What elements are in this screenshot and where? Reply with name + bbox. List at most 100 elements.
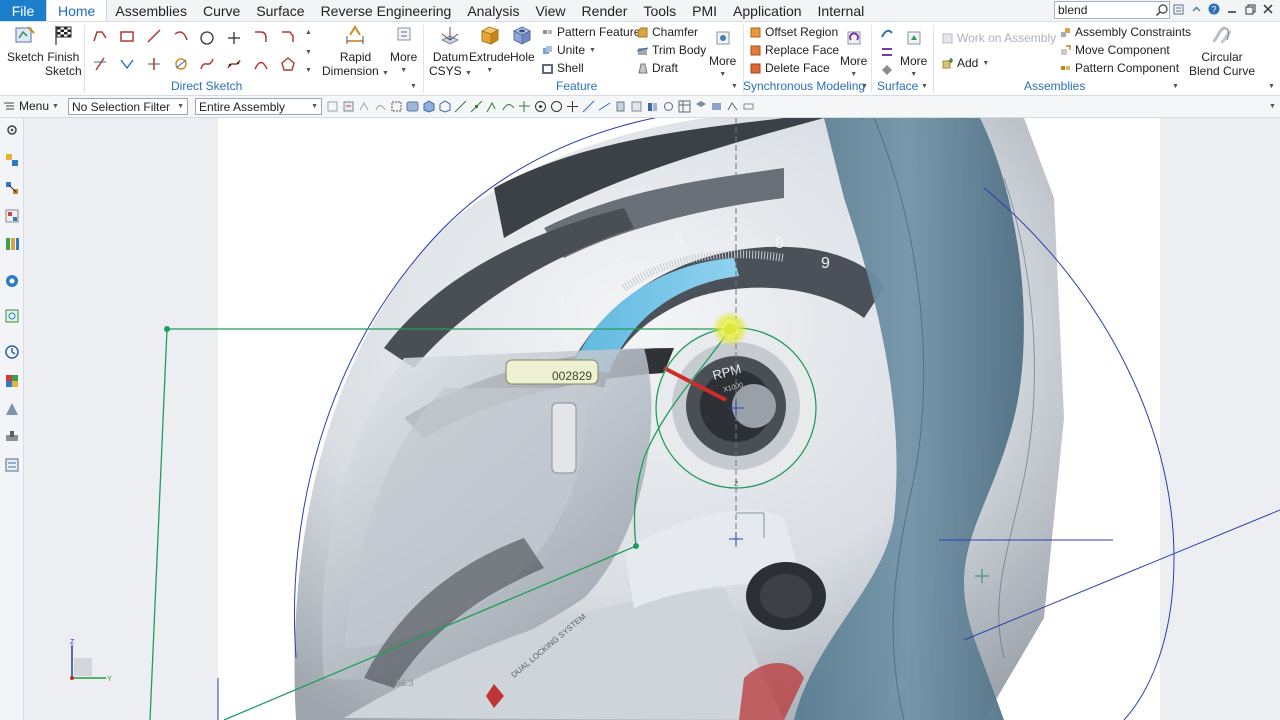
chamfer-sketch-icon[interactable]: [279, 27, 297, 45]
minimize-icon[interactable]: [1226, 2, 1238, 16]
layer-icon[interactable]: [630, 100, 643, 113]
help-icon[interactable]: ?: [1208, 2, 1220, 16]
circle-icon[interactable]: [198, 29, 216, 47]
move-component-button[interactable]: Move Component: [1060, 43, 1170, 57]
tab-application[interactable]: Application: [725, 0, 810, 21]
hd3d-tools-icon[interactable]: [4, 273, 20, 289]
more-tools-icon[interactable]: [742, 100, 755, 113]
web-browser-icon[interactable]: [4, 308, 20, 324]
model-canvas[interactable]: 4 5 6 7 8 9 RPM X1000 002829 DUAL LOCKIN…: [24, 118, 1280, 720]
snap-intersection-icon[interactable]: [518, 100, 531, 113]
command-search-input[interactable]: blend: [1054, 1, 1170, 19]
group-options-icon[interactable]: ▼: [410, 83, 417, 90]
pattern-feature-button[interactable]: Pattern Feature: [542, 25, 640, 39]
snap-on-curve-icon[interactable]: [582, 100, 595, 113]
conic-icon[interactable]: [252, 55, 270, 73]
selbar-overflow-icon[interactable]: ▼: [1269, 103, 1276, 110]
ribbon-options-icon[interactable]: [1172, 2, 1184, 16]
gallery-down-icon[interactable]: ▼: [305, 49, 312, 56]
tab-analysis[interactable]: Analysis: [459, 0, 527, 21]
replace-face-button[interactable]: Replace Face: [750, 43, 839, 57]
fit-view-icon[interactable]: [662, 100, 675, 113]
tab-render[interactable]: Render: [574, 0, 636, 21]
work-on-assembly-button[interactable]: Work on Assembly: [942, 31, 1056, 45]
history-icon[interactable]: [4, 344, 20, 360]
manufacturing-wizard-icon[interactable]: [4, 429, 20, 445]
unite-button[interactable]: Unite ▼: [542, 43, 596, 57]
quick-trim-icon[interactable]: [91, 55, 109, 73]
add-component-button[interactable]: Add ▼: [942, 56, 989, 70]
delete-face-button[interactable]: Delete Face: [750, 61, 830, 75]
snap-bounded-icon[interactable]: [614, 100, 627, 113]
selection-scope-dropdown[interactable]: Entire Assembly ▼: [195, 98, 322, 115]
show-hide-icon[interactable]: [646, 100, 659, 113]
cube-view-icon[interactable]: [422, 100, 435, 113]
close-icon[interactable]: [1262, 2, 1274, 16]
sync-more-button[interactable]: More ▼: [840, 28, 867, 82]
restore-icon[interactable]: [1244, 2, 1256, 16]
line-icon[interactable]: [145, 27, 163, 45]
circular-blend-curve-button[interactable]: Circular Blend Curve: [1189, 24, 1255, 78]
sketch-button[interactable]: Sketch: [7, 24, 44, 64]
snap-endpoint-icon[interactable]: [454, 100, 467, 113]
collapse-ribbon-icon[interactable]: [1190, 2, 1202, 16]
tab-reverse-engineering[interactable]: Reverse Engineering: [313, 0, 460, 21]
tab-pmi[interactable]: PMI: [684, 0, 725, 21]
tab-assemblies[interactable]: Assemblies: [107, 0, 195, 21]
wireframe-view-icon[interactable]: [438, 100, 451, 113]
trim-body-button[interactable]: Trim Body: [637, 43, 706, 57]
graphics-window[interactable]: 4 5 6 7 8 9 RPM X1000 002829 DUAL LOCKIN…: [24, 118, 1280, 720]
extrude-button[interactable]: Extrude ▼: [469, 24, 510, 78]
selection-intent-icon[interactable]: [358, 100, 371, 113]
chamfer-button[interactable]: Chamfer: [637, 25, 698, 39]
shell-button[interactable]: Shell: [542, 61, 584, 75]
menu-button[interactable]: Menu ▼: [4, 99, 59, 113]
tab-surface[interactable]: Surface: [248, 0, 312, 21]
snap-midpoint-icon[interactable]: [470, 100, 483, 113]
selection-filter-dropdown[interactable]: No Selection Filter ▼: [68, 98, 188, 115]
n-sided-surface-icon[interactable]: [878, 61, 896, 79]
offset-region-button[interactable]: Offset Region: [750, 25, 838, 39]
file-menu[interactable]: File: [0, 0, 46, 21]
render-style-icon[interactable]: [694, 100, 707, 113]
rectangle-icon[interactable]: [118, 27, 136, 45]
quick-extend-icon[interactable]: [118, 55, 136, 73]
shaded-view-icon[interactable]: [406, 100, 419, 113]
assembly-navigator-icon[interactable]: [4, 152, 20, 168]
group-options-icon[interactable]: ▼: [921, 83, 928, 90]
gallery-up-icon[interactable]: ▲: [305, 29, 312, 36]
snap-tangent-icon[interactable]: [486, 100, 499, 113]
grid-icon[interactable]: [678, 100, 691, 113]
fit-curve-icon[interactable]: [225, 55, 243, 73]
tab-internal[interactable]: Internal: [810, 0, 873, 21]
gallery-expand-icon[interactable]: ▼: [305, 67, 312, 74]
tab-home[interactable]: Home: [46, 0, 108, 21]
general-selection-icon[interactable]: [326, 100, 339, 113]
studio-surface-icon[interactable]: [878, 25, 896, 43]
tab-view[interactable]: View: [527, 0, 573, 21]
part-navigator-icon[interactable]: [4, 208, 20, 224]
work-layer-icon[interactable]: [726, 100, 739, 113]
group-options-icon[interactable]: ▼: [861, 83, 868, 90]
rapid-dimension-button[interactable]: Rapid Dimension ▼: [322, 24, 389, 81]
search-icon[interactable]: [1155, 3, 1169, 17]
settings-icon[interactable]: [4, 122, 20, 138]
reuse-library-icon[interactable]: [4, 236, 20, 252]
hole-button[interactable]: Hole: [510, 24, 535, 64]
assembly-constraints-button[interactable]: Assembly Constraints: [1060, 25, 1191, 39]
make-corner-icon[interactable]: [145, 55, 163, 73]
polygon-icon[interactable]: [279, 55, 297, 73]
box-select-icon[interactable]: [390, 100, 403, 113]
constraint-navigator-icon[interactable]: [4, 180, 20, 196]
finish-sketch-button[interactable]: Finish Sketch: [45, 24, 82, 78]
through-curves-icon[interactable]: [878, 43, 896, 61]
arc-icon[interactable]: [172, 27, 190, 45]
pattern-component-button[interactable]: Pattern Component: [1060, 61, 1179, 75]
process-studio-icon[interactable]: [4, 401, 20, 417]
snap-center-icon[interactable]: [534, 100, 547, 113]
direct-sketch-more-button[interactable]: More ▼: [390, 24, 417, 78]
snap-point-icon[interactable]: [566, 100, 579, 113]
group-options-icon[interactable]: ▼: [731, 83, 738, 90]
snap-curve-icon[interactable]: [502, 100, 515, 113]
fillet-icon[interactable]: [252, 27, 270, 45]
